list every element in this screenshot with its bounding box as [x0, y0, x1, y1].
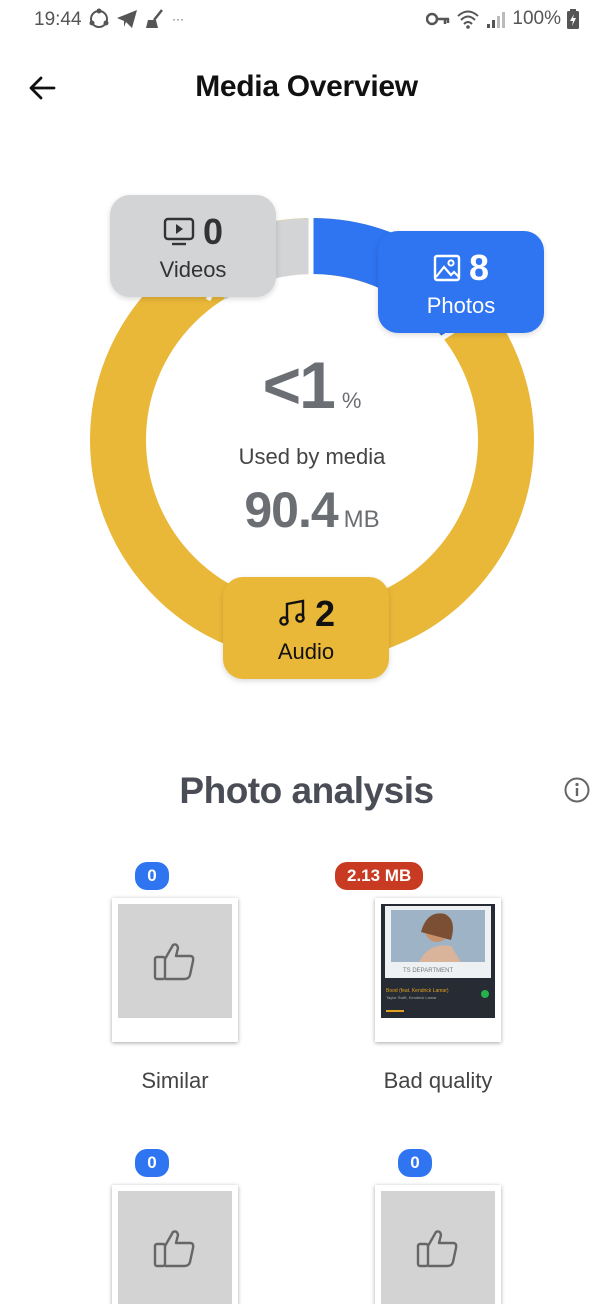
similar-label: Similar — [141, 1068, 209, 1093]
thumbs-up-icon — [153, 1230, 195, 1268]
media-size: 90.4 MB — [244, 482, 380, 538]
status-bar: 19:44 ··· 100% — [0, 0, 613, 40]
telegram-icon — [117, 10, 137, 28]
videos-count: 0 — [202, 211, 224, 252]
photo-analysis-title: Photo analysis — [179, 770, 434, 811]
count-badge: 0 — [135, 1149, 169, 1177]
wifi-icon — [457, 10, 480, 29]
usage-summary: <1% Used by media 90.4 MB — [200, 352, 424, 546]
analysis-tile-3[interactable]: 0 — [80, 1149, 240, 1304]
bad-quality-tile[interactable]: 2.13 MB TS DEPARTMENT Bood (feat. Kendri… — [335, 862, 503, 1102]
battery-icon — [567, 9, 579, 29]
music-note-icon — [279, 599, 305, 626]
more-dots-icon: ··· — [172, 12, 184, 26]
audio-card[interactable]: 2 Audio — [223, 577, 389, 679]
battery-percent: 100% — [512, 8, 561, 29]
video-icon — [163, 217, 195, 246]
bad-quality-size-badge: 2.13 MB — [335, 862, 424, 890]
videos-card[interactable]: 0 Videos — [110, 195, 276, 297]
similar-tile[interactable]: 0 Similar — [80, 862, 240, 1102]
album-thumbnail: TS DEPARTMENT Bood (feat. Kendrick Lamar… — [381, 904, 495, 1018]
sync-icon — [89, 8, 109, 28]
photo-frame: TS DEPARTMENT Bood (feat. Kendrick Lamar… — [375, 898, 501, 1042]
system-icons: 100% — [426, 8, 579, 30]
bad-quality-label: Bad quality — [383, 1068, 493, 1093]
audio-count: 2 — [314, 593, 336, 634]
svg-text:Bood (feat. Kendrick Lamar): Bood (feat. Kendrick Lamar) — [386, 988, 449, 994]
thumbs-up-icon — [416, 1230, 458, 1268]
photo-frame — [112, 898, 238, 1042]
count-badge: 0 — [398, 1149, 432, 1177]
svg-text:Taylor Swift, Kendrick Lamar: Taylor Swift, Kendrick Lamar — [386, 995, 437, 1000]
status-time: 19:44 — [34, 9, 82, 30]
analysis-tile-4[interactable]: 0 — [343, 1149, 503, 1304]
info-icon[interactable] — [564, 777, 590, 803]
thumbs-up-icon — [153, 943, 195, 981]
photo-frame — [112, 1185, 238, 1304]
audio-label: Audio — [277, 639, 335, 664]
photo-frame — [375, 1185, 501, 1304]
image-icon — [433, 254, 461, 282]
broom-icon — [146, 9, 163, 28]
vpn-key-icon — [426, 12, 450, 26]
photos-card[interactable]: 8 Photos — [378, 231, 544, 333]
photos-label: Photos — [426, 293, 496, 318]
page-title: Media Overview — [195, 70, 418, 103]
notification-icons: ··· — [88, 8, 184, 30]
usage-percent: <1% — [262, 348, 362, 422]
signal-icon — [487, 12, 506, 28]
photos-count: 8 — [468, 247, 490, 288]
videos-label: Videos — [159, 257, 227, 282]
svg-text:TS DEPARTMENT: TS DEPARTMENT — [403, 968, 453, 974]
used-by-media-label: Used by media — [238, 444, 386, 469]
similar-count-badge: 0 — [135, 862, 169, 890]
